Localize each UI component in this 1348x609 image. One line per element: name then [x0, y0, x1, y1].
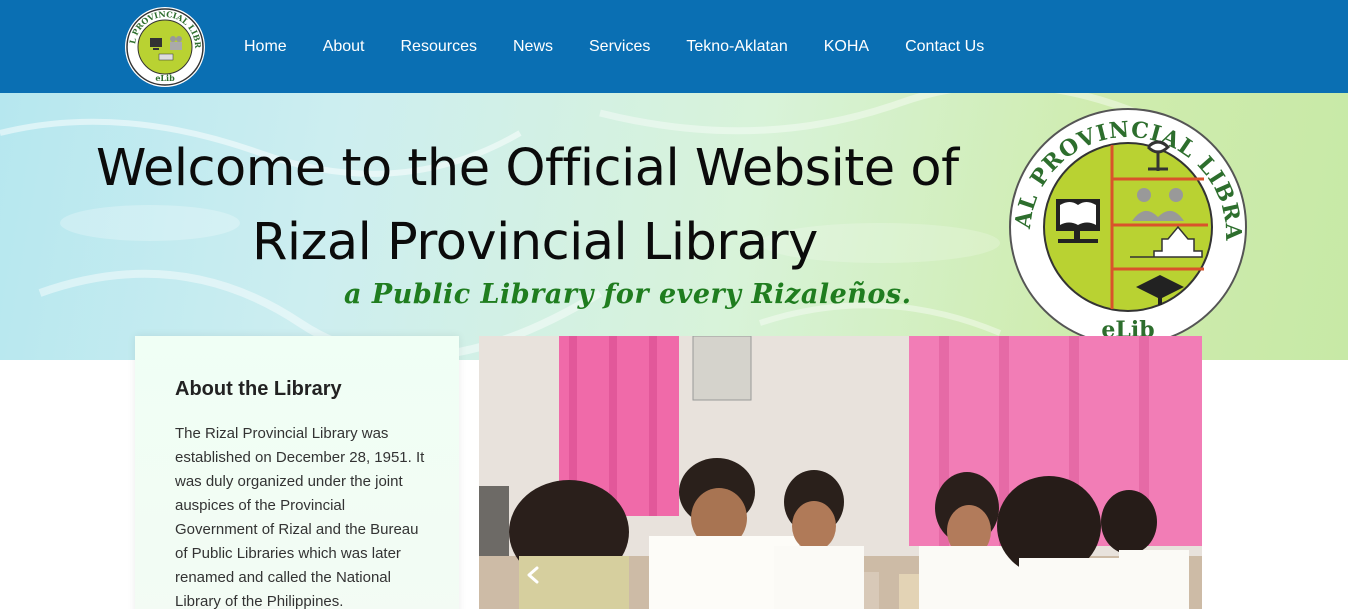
nav-resources-link[interactable]: Resources	[383, 38, 495, 56]
photo-carousel[interactable]	[479, 336, 1202, 609]
hero-title-line-1: Welcome to the Official Website of	[96, 139, 959, 198]
nav-news-link[interactable]: News	[495, 38, 571, 56]
about-text: The Rizal Provincial Library was establi…	[175, 425, 425, 609]
hero-banner: Welcome to the Official Website of Rizal…	[0, 93, 1348, 360]
nav-about-link[interactable]: About	[305, 38, 383, 56]
hero-title-line-2: Rizal Provincial Library	[252, 213, 818, 272]
nav-koha-link[interactable]: KOHA	[806, 38, 887, 56]
chevron-left-icon[interactable]	[523, 564, 545, 586]
svg-text:eLib: eLib	[155, 73, 175, 83]
library-logo[interactable]: RIZAL PROVINCIAL LIBRARY eLib	[121, 0, 205, 87]
hero-tagline: a Public Library for every Rizaleños.	[344, 279, 912, 310]
about-card: About the Library The Rizal Provincial L…	[135, 336, 459, 609]
nav-contact-link[interactable]: Contact Us	[887, 38, 1002, 56]
main-menu: Home About Resources News Services Tekno…	[226, 0, 1002, 93]
top-navbar: RIZAL PROVINCIAL LIBRARY eLib Home About…	[0, 0, 1348, 93]
seal-icon: RIZAL PROVINCIAL LIBRARY eLib	[121, 0, 204, 86]
students-studying-photo	[479, 336, 1202, 609]
nav-home-link[interactable]: Home	[226, 38, 305, 56]
nav-services-link[interactable]: Services	[571, 38, 668, 56]
nav-tekno-aklatan-link[interactable]: Tekno-Aklatan	[668, 38, 805, 56]
about-title: About the Library	[175, 378, 342, 400]
library-seal-icon: RIZAL PROVINCIAL LIBRARY eLib	[1008, 107, 1247, 346]
